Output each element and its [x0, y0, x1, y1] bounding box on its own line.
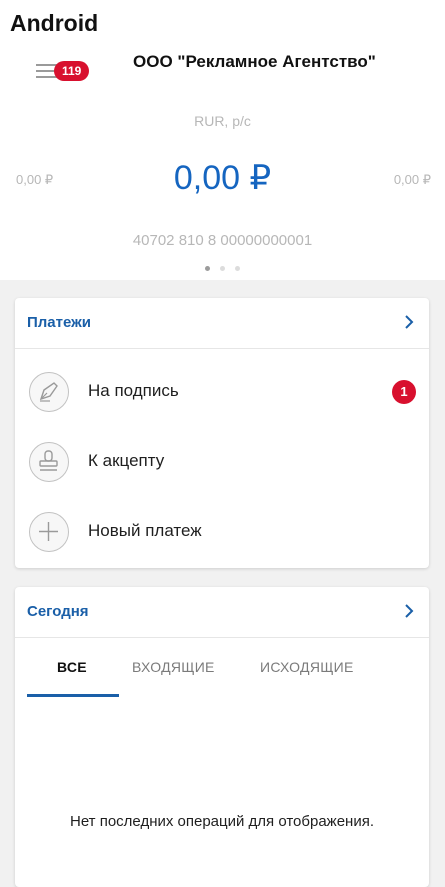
- next-account-balance[interactable]: 0,00 ₽: [394, 172, 431, 188]
- account-balance: 0,00 ₽: [173, 159, 272, 197]
- active-tab-indicator: [27, 694, 119, 697]
- platform-label: Android: [10, 10, 99, 36]
- today-title: Сегодня: [27, 603, 89, 620]
- tab-incoming[interactable]: ВХОДЯЩИЕ: [132, 659, 215, 675]
- payments-item-to-sign[interactable]: На подпись 1: [15, 364, 429, 424]
- pager-dot[interactable]: [220, 266, 225, 271]
- account-pager[interactable]: [0, 258, 445, 276]
- payments-item-new-payment[interactable]: Новый платеж: [15, 504, 429, 564]
- account-header: Android 119 ООО "Рекламное Агентство" RU…: [0, 0, 445, 280]
- pager-dot[interactable]: [204, 266, 210, 271]
- today-card: Сегодня ВСЕ ВХОДЯЩИЕ ИСХОДЯЩИЕ Нет после…: [15, 587, 429, 887]
- account-currency: RUR, р/с: [194, 113, 251, 129]
- organization-name[interactable]: ООО "Рекламное Агентство": [133, 52, 376, 72]
- payments-item-label: Новый платеж: [88, 521, 202, 540]
- notifications-badge[interactable]: 119: [54, 61, 90, 81]
- account-number: 40702 810 8 00000000001: [132, 232, 313, 249]
- stamp-icon: [29, 442, 69, 482]
- payments-item-label: К акцепту: [88, 451, 165, 470]
- pager-dot[interactable]: [235, 266, 241, 271]
- payments-item-label: На подпись: [88, 381, 179, 400]
- chevron-right-icon[interactable]: [401, 601, 417, 621]
- payments-header[interactable]: Платежи: [15, 298, 429, 349]
- operations-tabs: ВСЕ ВХОДЯЩИЕ ИСХОДЯЩИЕ: [15, 639, 429, 697]
- today-header[interactable]: Сегодня: [15, 587, 429, 638]
- empty-state-message: Нет последних операций для отображения.: [70, 813, 374, 830]
- tab-outgoing[interactable]: ИСХОДЯЩИЕ: [260, 659, 354, 675]
- payments-card: Платежи На подпись 1 К акцепту Новый пла…: [15, 298, 429, 568]
- chevron-right-icon[interactable]: [401, 312, 417, 332]
- tab-all[interactable]: ВСЕ: [57, 659, 87, 675]
- pen-nib-icon: [29, 372, 69, 412]
- to-sign-count-badge: 1: [392, 380, 416, 404]
- payments-title: Платежи: [27, 314, 91, 331]
- payments-item-to-accept[interactable]: К акцепту: [15, 434, 429, 494]
- plus-icon: [29, 512, 69, 552]
